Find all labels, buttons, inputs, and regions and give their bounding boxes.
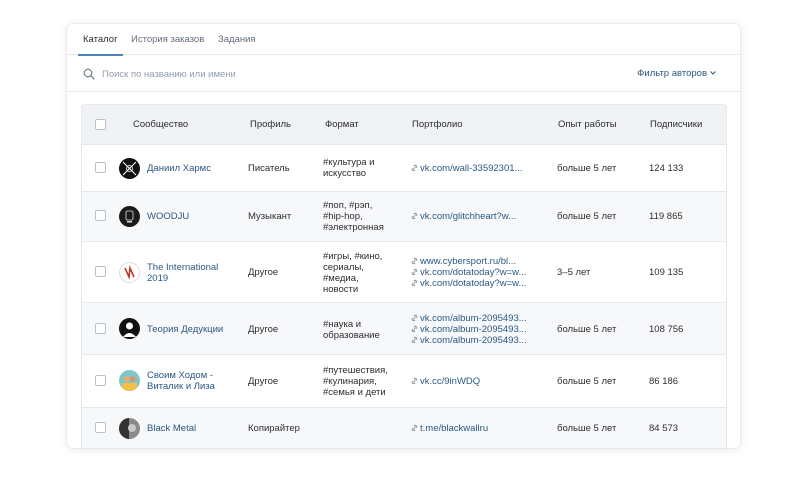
format-cell: #наука и образование bbox=[323, 319, 380, 341]
table-row[interactable]: WOODJU Музыкант #поп, #рэп, #hip-hop, #э… bbox=[82, 192, 726, 242]
experience-cell: больше 5 лет bbox=[557, 376, 617, 387]
avatar bbox=[119, 418, 140, 439]
profile-cell: Копирайтер bbox=[248, 423, 300, 434]
search-bar: Фильтр авторов bbox=[67, 56, 740, 92]
experience-cell: больше 5 лет bbox=[557, 423, 617, 434]
portfolio-cell: www.cybersport.ru/bl... vk.com/dotatoday… bbox=[411, 256, 526, 289]
profile-cell: Музыкант bbox=[248, 211, 292, 222]
table-row[interactable]: Своим Ходом - Виталик и Лиза Другое #пут… bbox=[82, 355, 726, 408]
subscribers-cell: 124 133 bbox=[649, 163, 684, 174]
subscribers-cell: 108 756 bbox=[649, 324, 684, 335]
tab-bar: Каталог История заказов Задания bbox=[67, 24, 740, 56]
select-all-checkbox[interactable] bbox=[95, 119, 106, 130]
profile-cell: Другое bbox=[248, 376, 279, 387]
filter-authors-label: Фильтр авторов bbox=[637, 68, 707, 79]
experience-cell: больше 5 лет bbox=[557, 163, 617, 174]
search-icon bbox=[83, 68, 95, 80]
avatar bbox=[119, 370, 140, 391]
portfolio-link[interactable]: vk.com/album-2095493... bbox=[411, 313, 527, 324]
tab-catalog[interactable]: Каталог bbox=[78, 24, 123, 56]
chevron-down-icon bbox=[710, 71, 716, 75]
tab-order-history[interactable]: История заказов bbox=[131, 24, 204, 55]
link-icon bbox=[411, 257, 418, 265]
avatar bbox=[119, 318, 140, 339]
experience-cell: больше 5 лет bbox=[557, 211, 617, 222]
community-name[interactable]: Даниил Хармс bbox=[147, 163, 211, 174]
portfolio-link[interactable]: www.cybersport.ru/bl... bbox=[411, 256, 526, 267]
subscribers-cell: 109 135 bbox=[649, 267, 684, 278]
portfolio-cell: vk.com/album-2095493... vk.com/album-209… bbox=[411, 313, 527, 346]
divider bbox=[67, 91, 740, 92]
avatar bbox=[119, 158, 140, 179]
link-icon bbox=[411, 424, 418, 432]
portfolio-cell: vk.cc/9inWDQ bbox=[411, 376, 480, 387]
authors-table: Сообщество Профиль Формат Портфолио Опыт… bbox=[81, 104, 727, 448]
filter-authors-button[interactable]: Фильтр авторов bbox=[637, 68, 716, 79]
portfolio-link[interactable]: vk.com/dotatoday?w=w... bbox=[411, 278, 526, 289]
search-input[interactable] bbox=[102, 65, 502, 83]
portfolio-link[interactable]: vk.com/album-2095493... bbox=[411, 324, 527, 335]
portfolio-cell: vk.com/wall-33592301... bbox=[411, 163, 522, 174]
profile-cell: Другое bbox=[248, 267, 279, 278]
row-checkbox[interactable] bbox=[95, 375, 106, 386]
table-row[interactable]: The International 2019 Другое #игры, #ки… bbox=[82, 242, 726, 303]
row-checkbox[interactable] bbox=[95, 266, 106, 277]
link-icon bbox=[411, 268, 418, 276]
row-checkbox[interactable] bbox=[95, 323, 106, 334]
format-cell: #путешествия, #кулинария, #семья и дети bbox=[323, 365, 388, 398]
community-name[interactable]: The International 2019 bbox=[147, 262, 218, 284]
link-icon bbox=[411, 279, 418, 287]
table-row[interactable]: Даниил Хармс Писатель #культура и искусс… bbox=[82, 145, 726, 192]
profile-cell: Другое bbox=[248, 324, 279, 335]
catalog-card: Каталог История заказов Задания Фильтр а… bbox=[67, 24, 740, 448]
portfolio-link[interactable]: vk.com/album-2095493... bbox=[411, 335, 527, 346]
table-row[interactable]: Теория Дедукции Другое #наука и образова… bbox=[82, 303, 726, 355]
portfolio-cell: t.me/blackwallru bbox=[411, 423, 488, 434]
header-portfolio[interactable]: Портфолио bbox=[412, 105, 463, 145]
format-cell: #поп, #рэп, #hip-hop, #электронная bbox=[323, 200, 384, 233]
profile-cell: Писатель bbox=[248, 163, 290, 174]
row-checkbox[interactable] bbox=[95, 422, 106, 433]
portfolio-link[interactable]: vk.cc/9inWDQ bbox=[411, 376, 480, 387]
header-format[interactable]: Формат bbox=[325, 105, 359, 145]
format-cell: #игры, #кино, сериалы, #медиа, новости bbox=[323, 251, 383, 295]
community-name[interactable]: WOODJU bbox=[147, 211, 189, 222]
link-icon bbox=[411, 336, 418, 344]
row-checkbox[interactable] bbox=[95, 210, 106, 221]
portfolio-link[interactable]: vk.com/dotatoday?w=w... bbox=[411, 267, 526, 278]
portfolio-link[interactable]: vk.com/wall-33592301... bbox=[411, 163, 522, 174]
header-profile[interactable]: Профиль bbox=[250, 105, 291, 145]
header-experience[interactable]: Опыт работы bbox=[558, 105, 617, 145]
portfolio-link[interactable]: t.me/blackwallru bbox=[411, 423, 488, 434]
community-name[interactable]: Своим Ходом - Виталик и Лиза bbox=[147, 370, 215, 392]
experience-cell: больше 5 лет bbox=[557, 324, 617, 335]
subscribers-cell: 84 573 bbox=[649, 423, 679, 434]
format-cell: #культура и искусство bbox=[323, 157, 375, 179]
tab-tasks[interactable]: Задания bbox=[218, 24, 256, 55]
subscribers-cell: 86 186 bbox=[649, 376, 679, 387]
row-checkbox[interactable] bbox=[95, 162, 106, 173]
link-icon bbox=[411, 212, 418, 220]
avatar bbox=[119, 262, 140, 283]
link-icon bbox=[411, 164, 418, 172]
community-name[interactable]: Black Metal bbox=[147, 423, 196, 434]
subscribers-cell: 119 865 bbox=[649, 211, 683, 222]
avatar bbox=[119, 206, 140, 227]
header-subscribers[interactable]: Подписчики bbox=[650, 105, 702, 145]
table-row[interactable]: Black Metal Копирайтер t.me/blackwallru … bbox=[82, 408, 726, 448]
portfolio-cell: vk.com/glitchheart?w... bbox=[411, 211, 516, 222]
link-icon bbox=[411, 314, 418, 322]
header-community[interactable]: Сообщество bbox=[133, 105, 188, 145]
link-icon bbox=[411, 377, 418, 385]
experience-cell: 3–5 лет bbox=[557, 267, 591, 278]
community-name[interactable]: Теория Дедукции bbox=[147, 324, 223, 335]
table-header: Сообщество Профиль Формат Портфолио Опыт… bbox=[82, 105, 726, 145]
link-icon bbox=[411, 325, 418, 333]
portfolio-link[interactable]: vk.com/glitchheart?w... bbox=[411, 211, 516, 222]
